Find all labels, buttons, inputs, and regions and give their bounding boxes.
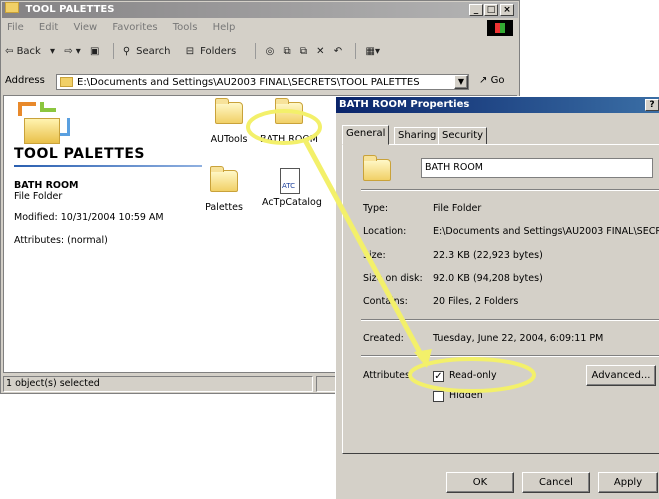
folders-icon: ⊟ <box>185 46 195 57</box>
divider <box>361 189 659 191</box>
hidden-checkbox[interactable] <box>433 391 444 402</box>
location-value: E:\Documents and Settings\AU2003 FINAL\S… <box>433 226 659 237</box>
type-value: File Folder <box>433 203 482 214</box>
folder-item-autools[interactable]: AUTools <box>209 98 249 145</box>
folder-label: BATH ROOM <box>260 134 318 145</box>
divider <box>361 355 659 357</box>
pane-heading: TOOL PALETTES <box>14 146 146 162</box>
checkmark-icon: ✓ <box>434 371 443 382</box>
toolbar: ⇦ Back ▾ ⇨ ▾ ▣ ⚲ Search ⊟ Folders ◎ ⧉ ⧉ ✕ … <box>5 43 505 59</box>
folder-icon <box>210 166 238 192</box>
tab-sharing[interactable]: Sharing <box>394 127 441 145</box>
size-on-disk-value: 92.0 KB (94,208 bytes) <box>433 273 543 284</box>
heading-underline <box>14 165 202 167</box>
explorer-titlebar[interactable]: TOOL PALETTES _ □ × <box>2 2 518 18</box>
folder-name-input[interactable]: BATH ROOM <box>421 158 653 178</box>
apply-button[interactable]: Apply <box>598 472 658 493</box>
readonly-label: Read-only <box>449 370 497 381</box>
selected-item-type: File Folder <box>14 191 63 202</box>
created-value: Tuesday, June 22, 2004, 6:09:11 PM <box>433 333 604 344</box>
views-icon[interactable]: ▦▾ <box>366 46 380 57</box>
attributes-text: Attributes: (normal) <box>14 235 108 246</box>
folder-icon <box>5 2 19 13</box>
attributes-label: Attributes: <box>363 370 414 381</box>
dialog-titlebar[interactable]: BATH ROOM Properties ? <box>336 97 659 113</box>
tool-palettes-logo-icon <box>18 102 70 148</box>
folder-icon <box>275 98 303 124</box>
address-label: Address <box>5 75 45 86</box>
forward-button[interactable]: ⇨ ▾ <box>64 46 81 57</box>
created-label: Created: <box>363 333 404 344</box>
undo-icon[interactable]: ↶ <box>334 46 342 57</box>
selected-item-name: BATH ROOM <box>14 180 79 191</box>
modified-date: Modified: 10/31/2004 10:59 AM <box>14 212 164 223</box>
ok-button[interactable]: OK <box>446 472 514 493</box>
maximize-button[interactable]: □ <box>484 4 498 16</box>
tab-strip: General Sharing Security <box>342 125 658 145</box>
close-button[interactable]: × <box>500 4 514 16</box>
file-label: AcTpCatalog <box>262 197 322 208</box>
readonly-checkbox[interactable]: ✓ <box>433 371 444 382</box>
go-arrow-icon: ↗ <box>479 75 488 86</box>
folder-item-bath-room[interactable]: BATH ROOM <box>258 98 320 145</box>
minimize-button[interactable]: _ <box>469 4 483 16</box>
file-item-actpcatalog[interactable]: ATC AcTpCatalog <box>262 168 322 208</box>
folder-item-palettes[interactable]: Palettes <box>204 166 244 213</box>
cancel-button[interactable]: Cancel <box>522 472 590 493</box>
properties-dialog: BATH ROOM Properties ? General Sharing S… <box>335 96 659 499</box>
folder-label: AUTools <box>210 134 248 145</box>
folders-button[interactable]: ⊟ Folders <box>186 46 243 57</box>
type-label: Type: <box>363 203 389 214</box>
location-label: Location: <box>363 226 407 237</box>
address-field[interactable]: E:\Documents and Settings\AU2003 FINAL\S… <box>56 74 469 90</box>
divider <box>361 319 659 321</box>
window-title: TOOL PALETTES <box>25 4 115 15</box>
address-value: E:\Documents and Settings\AU2003 FINAL\S… <box>77 77 420 88</box>
history-icon[interactable]: ◎ <box>266 46 275 57</box>
up-folder-icon[interactable]: ▣ <box>90 46 99 57</box>
status-panel <box>316 376 336 392</box>
folder-icon <box>60 77 73 87</box>
menu-tools[interactable]: Tools <box>173 22 198 33</box>
dialog-title: BATH ROOM Properties <box>339 99 470 110</box>
size-on-disk-label: Size on disk: <box>363 273 423 284</box>
help-button[interactable]: ? <box>645 99 659 111</box>
menu-edit[interactable]: Edit <box>39 22 58 33</box>
menu-favorites[interactable]: Favorites <box>112 22 157 33</box>
toolbar-separator <box>112 43 114 59</box>
folder-label: Palettes <box>205 202 243 213</box>
folder-icon <box>215 98 243 124</box>
status-text: 1 object(s) selected <box>3 376 313 392</box>
folder-icon <box>363 155 391 181</box>
toolbar-separator <box>355 43 357 59</box>
search-button[interactable]: ⚲ Search <box>123 46 177 57</box>
size-value: 22.3 KB (22,923 bytes) <box>433 250 543 261</box>
menu-help[interactable]: Help <box>213 22 236 33</box>
general-tab-panel: BATH ROOM Type: File Folder Location: E:… <box>342 144 659 454</box>
size-label: Size: <box>363 250 386 261</box>
hidden-label: Hidden <box>449 390 483 401</box>
toolbar-separator <box>255 43 257 59</box>
atc-file-icon: ATC <box>280 168 300 194</box>
contains-label: Contains: <box>363 296 408 307</box>
atc-badge: ATC <box>282 182 295 190</box>
address-dropdown-button[interactable]: ▼ <box>454 75 468 89</box>
tab-general[interactable]: General <box>342 125 390 145</box>
menu-bar: File Edit View Favorites Tools Help <box>7 22 487 33</box>
delete-icon[interactable]: ✕ <box>316 46 324 57</box>
tab-security[interactable]: Security <box>438 127 488 145</box>
windows-logo-icon <box>487 20 513 36</box>
menu-view[interactable]: View <box>73 22 97 33</box>
search-icon: ⚲ <box>122 46 131 57</box>
move-to-icon[interactable]: ⧉ <box>284 46 291 57</box>
contains-value: 20 Files, 2 Folders <box>433 296 519 307</box>
copy-to-icon[interactable]: ⧉ <box>300 46 307 57</box>
advanced-button[interactable]: Advanced... <box>586 365 656 386</box>
menu-file[interactable]: File <box>7 22 24 33</box>
back-button[interactable]: ⇦ Back ▾ <box>5 46 55 57</box>
go-button[interactable]: ↗ Go <box>479 75 504 86</box>
